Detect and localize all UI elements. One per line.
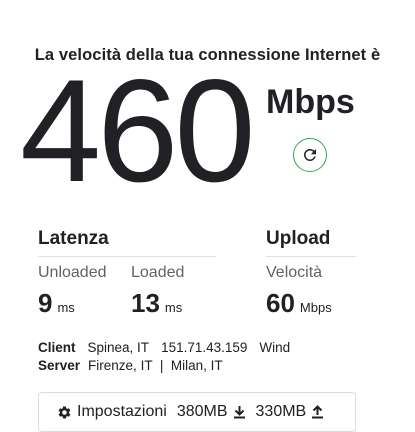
unloaded-latency-unit: ms (57, 300, 75, 315)
loaded-latency: 13 ms (131, 288, 182, 319)
latency-divider (38, 256, 216, 257)
download-speed-unit: Mbps (266, 83, 355, 121)
download-data: 380MB (177, 403, 246, 421)
upload-speed-unit: Mbps (299, 300, 332, 315)
latency-title: Latenza (38, 228, 109, 249)
settings-label: Impostazioni (77, 403, 167, 420)
client-isp: Wind (259, 340, 291, 355)
client-label: Client (38, 340, 76, 355)
refresh-icon (301, 146, 319, 164)
download-data-value: 380MB (176, 403, 228, 420)
refresh-button[interactable] (293, 138, 327, 172)
upload-icon (311, 405, 324, 419)
upload-speed: 60 Mbps (266, 288, 332, 319)
settings-bar[interactable]: Impostazioni 380MB 330MB (38, 392, 356, 432)
client-location: Spinea, IT (87, 340, 150, 355)
client-ip: 151.71.43.159 (161, 340, 248, 355)
loaded-label: Loaded (131, 264, 185, 281)
upload-divider (266, 256, 356, 257)
loaded-latency-unit: ms (164, 300, 183, 315)
unloaded-label: Unloaded (38, 264, 107, 281)
download-speed-value: 460 (20, 49, 256, 212)
upload-data-value: 330MB (255, 403, 307, 420)
download-icon (233, 405, 246, 419)
client-info: Client Spinea, IT 151.71.43.159 Wind (38, 340, 290, 355)
upload-data: 330MB (256, 403, 325, 421)
server-label: Server (38, 358, 81, 373)
unloaded-latency: 9 ms (38, 288, 75, 319)
upload-speed-value: 60 (266, 288, 295, 318)
unloaded-latency-value: 9 (38, 288, 53, 318)
loaded-latency-value: 13 (131, 288, 160, 318)
server-locations: Firenze, IT | Milan, IT (88, 358, 223, 373)
gear-icon (57, 405, 72, 420)
settings-button[interactable]: Impostazioni (57, 403, 167, 421)
upload-speed-label: Velocità (266, 264, 323, 281)
server-info: Server Firenze, IT | Milan, IT (38, 358, 223, 373)
upload-title: Upload (266, 228, 331, 249)
